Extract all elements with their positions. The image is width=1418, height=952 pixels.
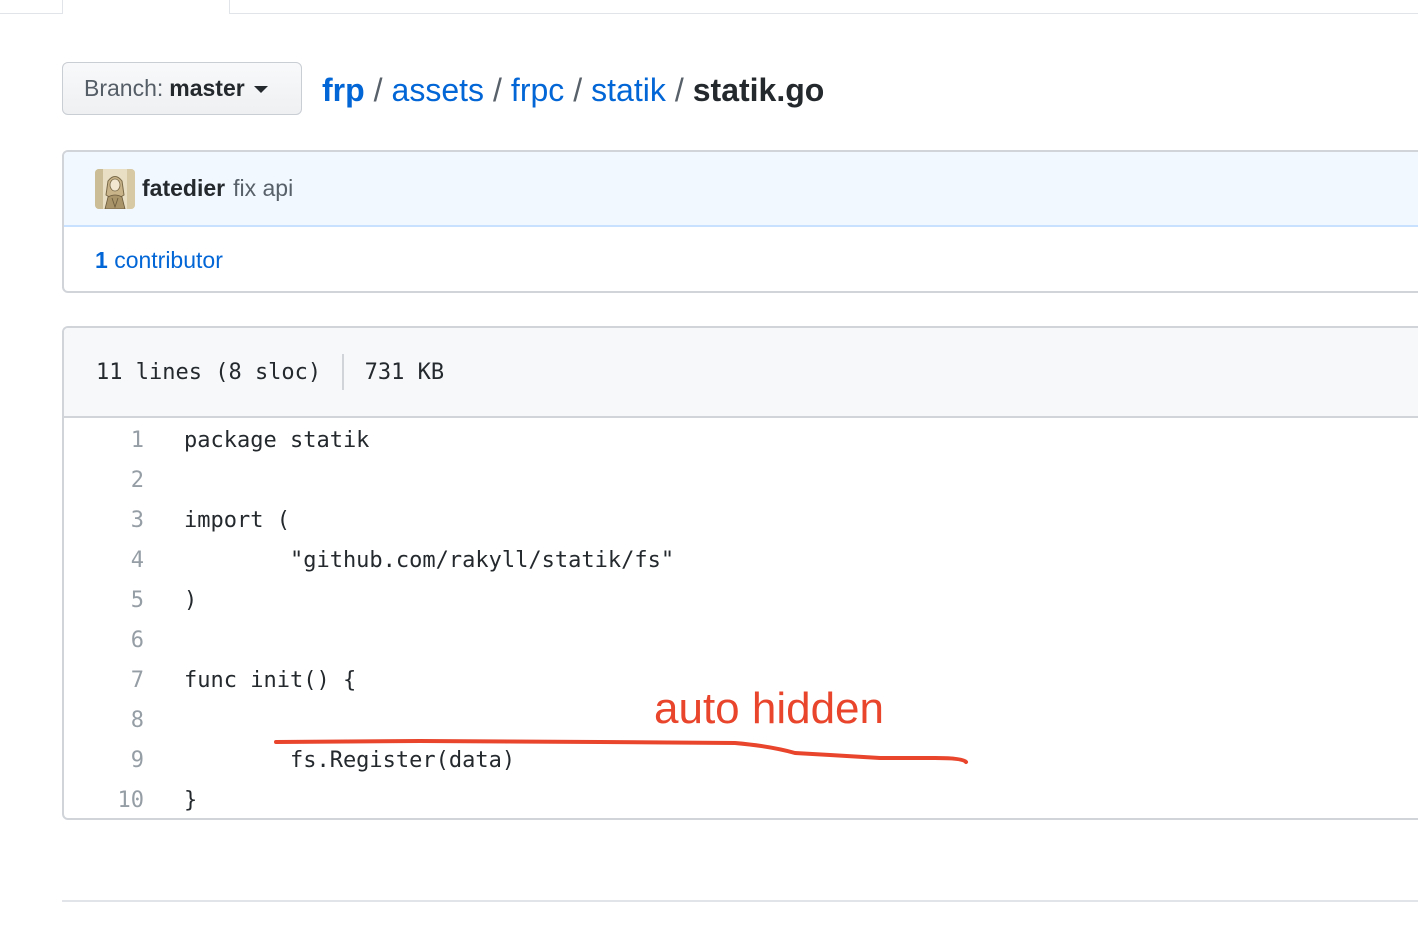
line-number[interactable]: 5	[64, 588, 144, 613]
commit-header: fatedier fix api	[64, 152, 1418, 227]
line-number[interactable]: 3	[64, 508, 144, 533]
breadcrumb-dir-link[interactable]: frpc	[511, 72, 564, 108]
line-number[interactable]: 7	[64, 668, 144, 693]
breadcrumb-separator: /	[493, 72, 502, 108]
code-line: 6	[64, 620, 1418, 660]
branch-label: Branch:	[84, 75, 164, 101]
line-content: fs.Register(data)	[184, 747, 516, 773]
contributor-count: 1	[95, 246, 108, 273]
file-info-divider	[342, 354, 344, 390]
line-number[interactable]: 2	[64, 468, 144, 493]
code-line: 1 package statik	[64, 420, 1418, 460]
line-content: "github.com/rakyll/statik/fs"	[184, 547, 675, 573]
line-number[interactable]: 9	[64, 748, 144, 773]
breadcrumb-separator: /	[573, 72, 583, 108]
latest-commit-box: fatedier fix api 1 contributor	[62, 150, 1418, 293]
code-line: 5)	[64, 580, 1418, 620]
line-content: func init() {	[184, 667, 357, 693]
branch-select-button[interactable]: Branch: master	[62, 62, 302, 115]
breadcrumb: frp / assets / frpc / statik / statik.go	[322, 70, 824, 110]
page-divider	[62, 900, 1418, 902]
annotation-text: auto hidden	[654, 684, 884, 733]
caret-down-icon	[253, 86, 268, 93]
file-lines-info: 11 lines (8 sloc)	[96, 359, 322, 385]
file-viewer: 11 lines (8 sloc) 731 KB 1 package statik…	[62, 326, 1418, 820]
line-number[interactable]: 4	[64, 548, 144, 573]
line-content: import (	[184, 507, 290, 533]
line-number[interactable]: 6	[64, 628, 144, 653]
breadcrumb-separator: /	[674, 72, 684, 108]
code-line: 4 "github.com/rakyll/statik/fs"	[64, 540, 1418, 580]
file-info-header: 11 lines (8 sloc) 731 KB	[64, 328, 1418, 418]
breadcrumb-dir-link[interactable]: assets	[392, 72, 484, 108]
code-line: 9 fs.Register(data)	[64, 740, 1418, 780]
code-line: 10}	[64, 780, 1418, 818]
breadcrumb-separator: /	[373, 72, 383, 108]
line-number[interactable]: 8	[64, 708, 144, 733]
contributors-link[interactable]: 1 contributor	[95, 247, 223, 274]
file-size: 731 KB	[364, 359, 445, 385]
code-line: 3 import (	[64, 500, 1418, 540]
line-content: )	[184, 587, 198, 613]
breadcrumb-current-file: statik.go	[692, 72, 825, 108]
line-content: package statik	[184, 427, 370, 453]
commit-message-link[interactable]: fix api	[233, 175, 293, 202]
code-line: 2	[64, 460, 1418, 500]
user-avatar[interactable]	[95, 168, 135, 209]
breadcrumb-dir-link[interactable]: statik	[591, 72, 666, 108]
branch-value: master	[169, 75, 245, 101]
breadcrumb-repo-link[interactable]: frp	[322, 72, 365, 108]
line-number[interactable]: 10	[64, 788, 145, 813]
line-number[interactable]: 1	[64, 428, 144, 453]
code-listing: 1 package statik 2 3 import ( 4 "github.co…	[64, 418, 1418, 818]
commit-author-link[interactable]: fatedier	[142, 175, 225, 202]
contributors-bar: 1 contributor	[64, 227, 1418, 291]
contributor-label: contributor	[114, 246, 223, 273]
tab-active[interactable]	[62, 0, 230, 14]
top-tab-bar	[0, 0, 1418, 14]
line-content: }	[184, 787, 198, 813]
